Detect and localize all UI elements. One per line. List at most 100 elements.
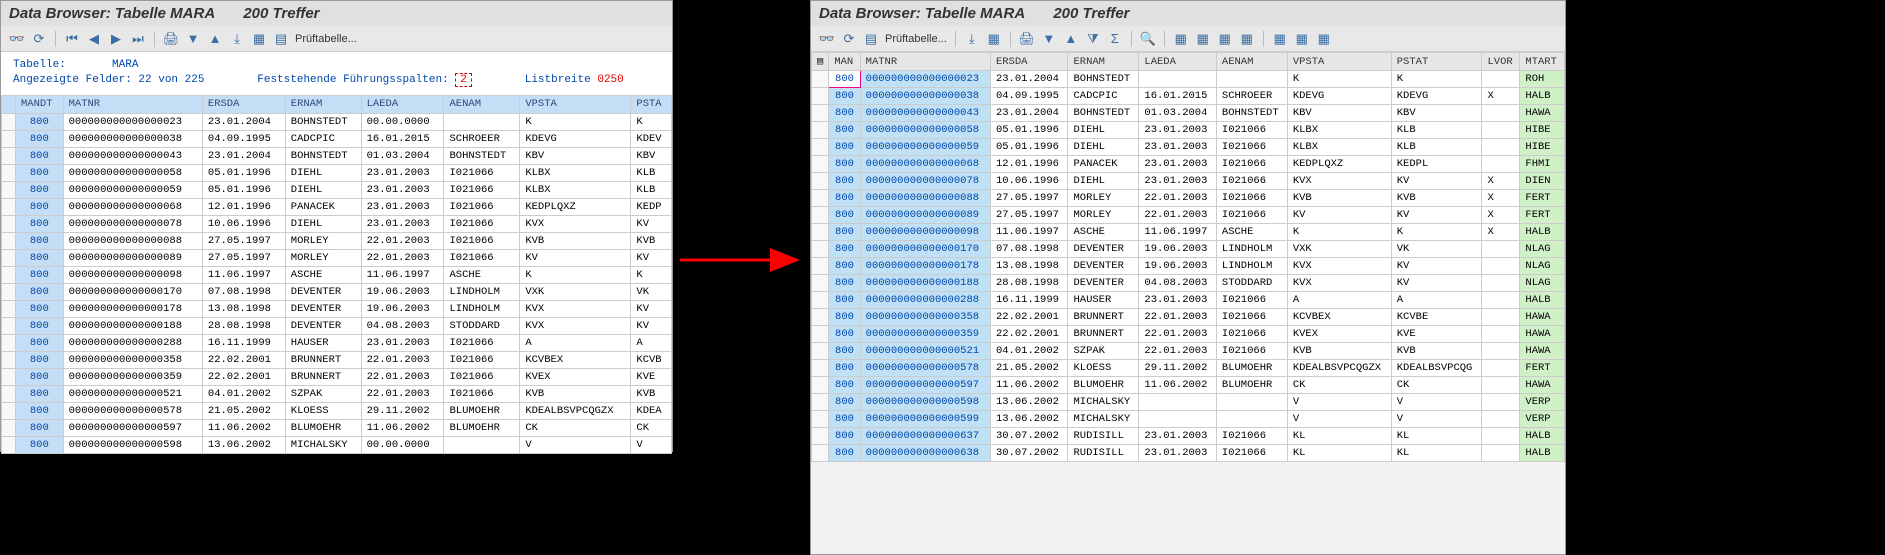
- row-selector[interactable]: [812, 394, 829, 411]
- column-header[interactable]: VPSTA: [520, 95, 631, 113]
- row-selector[interactable]: [2, 215, 16, 232]
- row-selector[interactable]: [2, 419, 16, 436]
- table-row[interactable]: 80000000000000000002323.01.2004BOHNSTEDT…: [812, 71, 1565, 88]
- sort-asc-icon[interactable]: ▼: [1041, 31, 1057, 47]
- row-selector[interactable]: [812, 445, 829, 462]
- row-selector[interactable]: [2, 283, 16, 300]
- data-grid-left[interactable]: MANDTMATNRERSDAERNAMLAEDAAENAMVPSTAPSTA8…: [1, 95, 672, 454]
- table-row[interactable]: 80000000000000000017007.08.1998DEVENTER1…: [812, 241, 1565, 258]
- select-layout-icon[interactable]: ▦: [1272, 31, 1288, 47]
- table-row[interactable]: 80000000000000000005805.01.1996DIEHL23.0…: [812, 122, 1565, 139]
- last-icon[interactable]: ⏭: [130, 31, 146, 47]
- row-selector[interactable]: [812, 71, 829, 88]
- table-row[interactable]: 80000000000000000017813.08.1998DEVENTER1…: [812, 258, 1565, 275]
- table-row[interactable]: 80000000000000000035922.02.2001BRUNNERT2…: [812, 326, 1565, 343]
- row-selector[interactable]: [2, 232, 16, 249]
- column-header[interactable]: VPSTA: [1287, 53, 1391, 71]
- change-layout-icon[interactable]: ▦: [1294, 31, 1310, 47]
- row-selector[interactable]: [812, 360, 829, 377]
- glasses-icon[interactable]: 👓: [819, 31, 835, 47]
- excel-icon[interactable]: ▦: [1173, 31, 1189, 47]
- column-header[interactable]: AENAM: [1216, 53, 1287, 71]
- row-selector[interactable]: [2, 130, 16, 147]
- sort-asc-icon[interactable]: ▼: [185, 31, 201, 47]
- refresh-icon[interactable]: ⟳: [841, 31, 857, 47]
- refresh-icon[interactable]: ⟳: [31, 31, 47, 47]
- table-row[interactable]: 80000000000000000059813.06.2002MICHALSKY…: [2, 436, 672, 453]
- sum-icon[interactable]: Σ: [1107, 31, 1123, 47]
- table-row[interactable]: 80000000000000000006812.01.1996PANACEK23…: [2, 198, 672, 215]
- prev-icon[interactable]: ◀: [86, 31, 102, 47]
- row-selector[interactable]: [812, 428, 829, 445]
- row-selector[interactable]: [2, 249, 16, 266]
- row-selector[interactable]: [812, 241, 829, 258]
- check-table-icon[interactable]: ▤: [273, 31, 289, 47]
- table-row[interactable]: 80000000000000000057821.05.2002KLOESS29.…: [2, 402, 672, 419]
- row-selector[interactable]: [2, 317, 16, 334]
- table-row[interactable]: 80000000000000000008827.05.1997MORLEY22.…: [2, 232, 672, 249]
- local-file-icon[interactable]: ▦: [1217, 31, 1233, 47]
- table-row[interactable]: 80000000000000000059711.06.2002BLUMOEHR1…: [812, 377, 1565, 394]
- column-header[interactable]: LAEDA: [361, 95, 444, 113]
- table-row[interactable]: 80000000000000000007810.06.1996DIEHL23.0…: [2, 215, 672, 232]
- abc-icon[interactable]: ▦: [1239, 31, 1255, 47]
- table-row[interactable]: 80000000000000000002323.01.2004BOHNSTEDT…: [2, 113, 672, 130]
- row-selector[interactable]: [812, 88, 829, 105]
- row-selector[interactable]: [2, 334, 16, 351]
- table-row[interactable]: 80000000000000000005805.01.1996DIEHL23.0…: [2, 164, 672, 181]
- check-table-button[interactable]: Prüftabelle...: [295, 33, 357, 45]
- find-icon[interactable]: 🔍: [1140, 31, 1156, 47]
- table-row[interactable]: 80000000000000000035922.02.2001BRUNNERT2…: [2, 368, 672, 385]
- column-header[interactable]: ERSDA: [990, 53, 1068, 71]
- table-row[interactable]: 80000000000000000028816.11.1999HAUSER23.…: [2, 334, 672, 351]
- row-selector[interactable]: [812, 377, 829, 394]
- word-icon[interactable]: ▦: [1195, 31, 1211, 47]
- row-selector[interactable]: [2, 113, 16, 130]
- row-selector[interactable]: [2, 385, 16, 402]
- row-selector[interactable]: [812, 411, 829, 428]
- column-header[interactable]: MTART: [1520, 53, 1565, 71]
- column-header[interactable]: MANDT: [16, 95, 64, 113]
- row-selector[interactable]: [2, 402, 16, 419]
- column-header[interactable]: LAEDA: [1139, 53, 1217, 71]
- table-row[interactable]: 80000000000000000059813.06.2002MICHALSKY…: [812, 394, 1565, 411]
- column-header[interactable]: LVOR: [1482, 53, 1520, 71]
- column-header[interactable]: ERSDA: [202, 95, 285, 113]
- table-row[interactable]: 80000000000000000017813.08.1998DEVENTER1…: [2, 300, 672, 317]
- row-selector[interactable]: [812, 173, 829, 190]
- table-row[interactable]: 80000000000000000017007.08.1998DEVENTER1…: [2, 283, 672, 300]
- table-row[interactable]: 80000000000000000004323.01.2004BOHNSTEDT…: [2, 147, 672, 164]
- table-row[interactable]: 80000000000000000059711.06.2002BLUMOEHR1…: [2, 419, 672, 436]
- table-row[interactable]: 80000000000000000018828.08.1998DEVENTER0…: [2, 317, 672, 334]
- column-header[interactable]: ▤: [812, 53, 829, 71]
- table-row[interactable]: 80000000000000000008827.05.1997MORLEY22.…: [812, 190, 1565, 207]
- row-selector[interactable]: [812, 292, 829, 309]
- table-row[interactable]: 80000000000000000063830.07.2002RUDISILL2…: [812, 445, 1565, 462]
- table-row[interactable]: 80000000000000000005905.01.1996DIEHL23.0…: [2, 181, 672, 198]
- table-row[interactable]: 80000000000000000018828.08.1998DEVENTER0…: [812, 275, 1565, 292]
- layout-icon[interactable]: ▦: [251, 31, 267, 47]
- column-header[interactable]: PSTA: [631, 95, 672, 113]
- column-header[interactable]: PSTAT: [1391, 53, 1482, 71]
- glasses-icon[interactable]: 👓: [9, 31, 25, 47]
- check-table-icon[interactable]: ▤: [863, 31, 879, 47]
- column-header[interactable]: ERNAM: [1068, 53, 1139, 71]
- table-row[interactable]: 80000000000000000003804.09.1995CADCPIC16…: [812, 88, 1565, 105]
- select-all-icon[interactable]: ▤: [817, 56, 823, 68]
- sort-desc-icon[interactable]: ▲: [207, 31, 223, 47]
- row-selector[interactable]: [2, 266, 16, 283]
- row-selector[interactable]: [2, 164, 16, 181]
- row-selector[interactable]: [812, 309, 829, 326]
- row-selector[interactable]: [812, 224, 829, 241]
- table-row[interactable]: 80000000000000000008927.05.1997MORLEY22.…: [2, 249, 672, 266]
- row-selector[interactable]: [812, 275, 829, 292]
- table-row[interactable]: 80000000000000000028816.11.1999HAUSER23.…: [812, 292, 1565, 309]
- table-row[interactable]: 80000000000000000035822.02.2001BRUNNERT2…: [812, 309, 1565, 326]
- column-header[interactable]: MATNR: [63, 95, 202, 113]
- row-selector[interactable]: [2, 436, 16, 453]
- row-selector[interactable]: [812, 139, 829, 156]
- first-icon[interactable]: ⏮: [64, 31, 80, 47]
- column-header[interactable]: [2, 95, 16, 113]
- export-icon[interactable]: ⤓: [229, 31, 245, 47]
- row-selector[interactable]: [2, 351, 16, 368]
